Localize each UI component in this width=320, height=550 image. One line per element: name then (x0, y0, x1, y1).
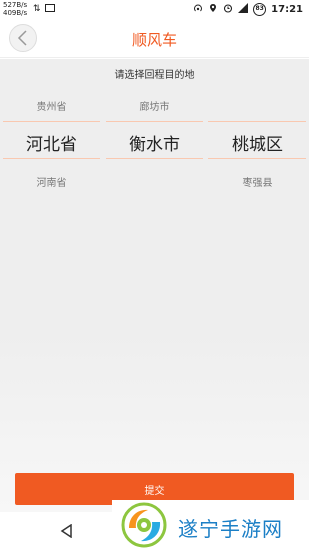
clock: 17:21 (271, 4, 303, 15)
system-back-icon[interactable] (60, 524, 74, 538)
status-bar: 527B/s 409B/s ⇅ 83 17:21 (0, 0, 309, 20)
province-wheel-selected[interactable]: 河北省 (0, 130, 103, 155)
speed-up: 527B/s (3, 1, 28, 9)
status-icons: 83 17:21 (193, 3, 303, 16)
signal-icon (238, 3, 249, 16)
district-option[interactable]: 枣强县 (206, 174, 309, 189)
province-option[interactable]: 贵州省 (0, 98, 103, 113)
picker-row-above: 贵州省 廊坊市 (0, 98, 309, 118)
alarm-icon (223, 3, 233, 16)
picker-prompt: 请选择回程目的地 (114, 70, 195, 81)
province-option[interactable]: 河南省 (0, 174, 103, 189)
district-wheel-selected[interactable]: 桃城区 (206, 130, 309, 155)
nav-header: 顺风车 (0, 20, 309, 58)
hotspot-icon (193, 3, 203, 16)
city-option[interactable]: 廊坊市 (103, 98, 206, 113)
picker-row-selected: 河北省 衡水市 桃城区 (0, 121, 309, 159)
picker-row-below: 河南省 枣强县 (0, 174, 309, 194)
battery-icon: 83 (253, 3, 267, 16)
watermark-logo-icon (121, 502, 167, 548)
network-speed: 527B/s 409B/s (3, 1, 27, 17)
watermark: 遂宁手游网 (112, 500, 309, 550)
image-notification-icon (45, 4, 55, 12)
city-wheel-selected[interactable]: 衡水市 (103, 130, 206, 155)
data-transfer-icon: ⇅ (33, 4, 41, 14)
speed-down: 409B/s (3, 9, 28, 17)
watermark-text: 遂宁手游网 (178, 517, 283, 541)
page-title: 顺风车 (131, 31, 177, 49)
location-icon (208, 3, 218, 16)
